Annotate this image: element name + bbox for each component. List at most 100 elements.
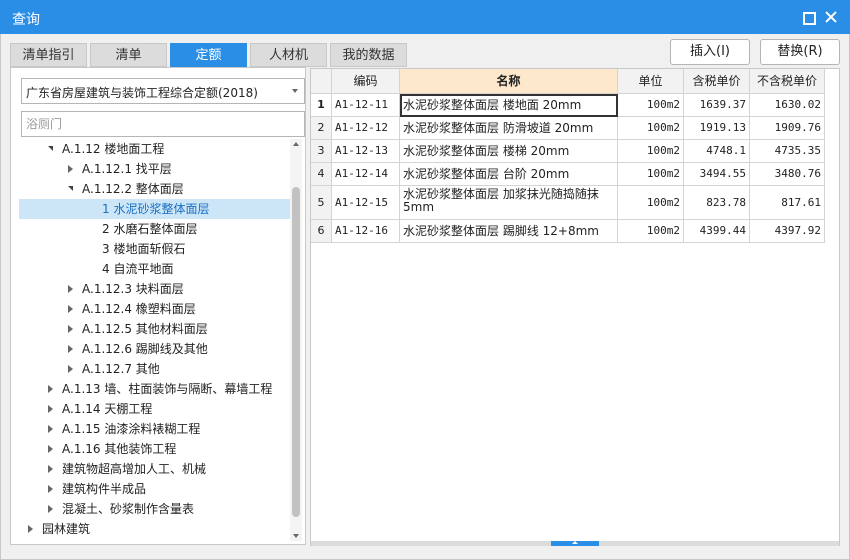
code-cell[interactable]: A1-12-13 xyxy=(332,140,400,163)
caret-right-icon[interactable] xyxy=(68,365,73,373)
caret-down-icon[interactable] xyxy=(68,186,73,191)
tree-node[interactable]: …………建设工程计价费率(2018) xyxy=(19,539,290,541)
column-header-price-tax[interactable]: 含税单价 xyxy=(684,69,750,94)
caret-right-icon[interactable] xyxy=(48,505,53,513)
code-cell[interactable]: A1-12-12 xyxy=(332,117,400,140)
tree-node[interactable]: 混凝土、砂浆制作含量表 xyxy=(19,499,290,519)
tree-node[interactable]: A.1.13 墙、柱面装饰与隔断、幕墙工程 xyxy=(19,379,290,399)
row-number[interactable]: 5 xyxy=(311,186,332,220)
tree-node[interactable]: 园林建筑 xyxy=(19,519,290,539)
tree-node[interactable]: A.1.12.3 块料面层 xyxy=(19,279,290,299)
scrollbar-thumb[interactable] xyxy=(292,187,300,517)
price-tax-cell[interactable]: 823.78 xyxy=(684,186,750,220)
name-cell[interactable]: 水泥砂浆整体面层 楼梯 20mm xyxy=(400,140,618,163)
caret-right-icon[interactable] xyxy=(68,285,73,293)
unit-cell[interactable]: 100m2 xyxy=(618,220,684,243)
row-number[interactable]: 2 xyxy=(311,117,332,140)
caret-right-icon[interactable] xyxy=(48,445,53,453)
price-tax-cell[interactable]: 3494.55 xyxy=(684,163,750,186)
name-cell[interactable]: 水泥砂浆整体面层 加浆抹光随捣随抹 5mm xyxy=(400,186,618,220)
caret-right-icon[interactable] xyxy=(48,465,53,473)
title-bar: 查询 xyxy=(0,0,850,34)
replace-button[interactable]: 替换(R) xyxy=(760,39,840,65)
price-tax-cell[interactable]: 1639.37 xyxy=(684,94,750,117)
tree-node[interactable]: A.1.12.6 踢脚线及其他 xyxy=(19,339,290,359)
column-header-price-notax[interactable]: 不含税单价 xyxy=(750,69,825,94)
caret-right-icon[interactable] xyxy=(68,345,73,353)
price-notax-cell[interactable]: 4735.35 xyxy=(750,140,825,163)
price-notax-cell[interactable]: 4397.92 xyxy=(750,220,825,243)
code-cell[interactable]: A1-12-16 xyxy=(332,220,400,243)
search-input[interactable] xyxy=(21,111,305,137)
tab-my-data[interactable]: 我的数据 xyxy=(330,43,407,67)
tree-node[interactable]: 建筑物超高增加人工、机械 xyxy=(19,459,290,479)
price-notax-cell[interactable]: 1909.76 xyxy=(750,117,825,140)
unit-cell[interactable]: 100m2 xyxy=(618,163,684,186)
price-tax-cell[interactable]: 1919.13 xyxy=(684,117,750,140)
tab-labor-material-machine[interactable]: 人材机 xyxy=(250,43,327,67)
tree-node[interactable]: 2 水磨石整体面层 xyxy=(19,219,290,239)
close-icon[interactable] xyxy=(823,9,839,25)
tree-scrollbar[interactable] xyxy=(290,139,302,541)
splitter-grip[interactable] xyxy=(551,541,599,546)
column-header-code[interactable]: 编码 xyxy=(332,69,400,94)
scroll-up-icon[interactable] xyxy=(293,142,299,146)
price-notax-cell[interactable]: 817.61 xyxy=(750,186,825,220)
tree-node-label: 园林建筑 xyxy=(42,522,91,536)
column-header-unit[interactable]: 单位 xyxy=(618,69,684,94)
tab-list-guide[interactable]: 清单指引 xyxy=(10,43,87,67)
tree-node-label: A.1.16 其他装饰工程 xyxy=(62,442,177,456)
unit-cell[interactable]: 100m2 xyxy=(618,94,684,117)
tree-node[interactable]: A.1.12.2 整体面层 xyxy=(19,179,290,199)
tree-node[interactable]: A.1.12.4 橡塑料面层 xyxy=(19,299,290,319)
tree-node-label: A.1.12.3 块料面层 xyxy=(82,282,184,296)
unit-cell[interactable]: 100m2 xyxy=(618,186,684,220)
tree-node[interactable]: 1 水泥砂浆整体面层 xyxy=(19,199,290,219)
table-hscrollbar[interactable] xyxy=(311,541,839,546)
row-number[interactable]: 1 xyxy=(311,94,332,117)
caret-right-icon[interactable] xyxy=(68,325,73,333)
library-select[interactable]: 广东省房屋建筑与装饰工程综合定额(2018) xyxy=(21,78,305,104)
tree-node[interactable]: A.1.12.5 其他材料面层 xyxy=(19,319,290,339)
code-cell[interactable]: A1-12-15 xyxy=(332,186,400,220)
scroll-down-icon[interactable] xyxy=(293,534,299,538)
tree-node[interactable]: A.1.16 其他装饰工程 xyxy=(19,439,290,459)
row-number[interactable]: 3 xyxy=(311,140,332,163)
tree-node[interactable]: A.1.14 天棚工程 xyxy=(19,399,290,419)
column-header-name[interactable]: 名称 xyxy=(400,69,618,94)
tree-node[interactable]: 4 自流平地面 xyxy=(19,259,290,279)
name-cell[interactable]: 水泥砂浆整体面层 台阶 20mm xyxy=(400,163,618,186)
caret-down-icon[interactable] xyxy=(48,146,53,151)
tree-node[interactable]: 建筑构件半成品 xyxy=(19,479,290,499)
code-cell[interactable]: A1-12-11 xyxy=(332,94,400,117)
tab-list[interactable]: 清单 xyxy=(90,43,167,67)
name-cell[interactable]: 水泥砂浆整体面层 踢脚线 12+8mm xyxy=(400,220,618,243)
row-number[interactable]: 6 xyxy=(311,220,332,243)
name-cell[interactable]: 水泥砂浆整体面层 防滑坡道 20mm xyxy=(400,117,618,140)
code-cell[interactable]: A1-12-14 xyxy=(332,163,400,186)
price-tax-cell[interactable]: 4399.44 xyxy=(684,220,750,243)
tab-quota[interactable]: 定额 xyxy=(170,43,247,67)
maximize-icon[interactable] xyxy=(800,9,816,25)
tree-node-label: 建筑物超高增加人工、机械 xyxy=(62,462,207,476)
tree-node[interactable]: A.1.15 油漆涂料裱糊工程 xyxy=(19,419,290,439)
tree-node[interactable]: A.1.12.1 找平层 xyxy=(19,159,290,179)
insert-button[interactable]: 插入(I) xyxy=(670,39,750,65)
caret-right-icon[interactable] xyxy=(48,425,53,433)
unit-cell[interactable]: 100m2 xyxy=(618,117,684,140)
caret-right-icon[interactable] xyxy=(48,405,53,413)
price-tax-cell[interactable]: 4748.1 xyxy=(684,140,750,163)
unit-cell[interactable]: 100m2 xyxy=(618,140,684,163)
price-notax-cell[interactable]: 1630.02 xyxy=(750,94,825,117)
caret-right-icon[interactable] xyxy=(28,525,33,533)
tree-node[interactable]: A.1.12 楼地面工程 xyxy=(19,139,290,159)
caret-right-icon[interactable] xyxy=(48,385,53,393)
name-cell[interactable]: 水泥砂浆整体面层 楼地面 20mm xyxy=(400,94,618,117)
caret-right-icon[interactable] xyxy=(48,485,53,493)
caret-right-icon[interactable] xyxy=(68,165,73,173)
price-notax-cell[interactable]: 3480.76 xyxy=(750,163,825,186)
tree-node[interactable]: A.1.12.7 其他 xyxy=(19,359,290,379)
tree-node[interactable]: 3 楼地面斩假石 xyxy=(19,239,290,259)
row-number[interactable]: 4 xyxy=(311,163,332,186)
caret-right-icon[interactable] xyxy=(68,305,73,313)
